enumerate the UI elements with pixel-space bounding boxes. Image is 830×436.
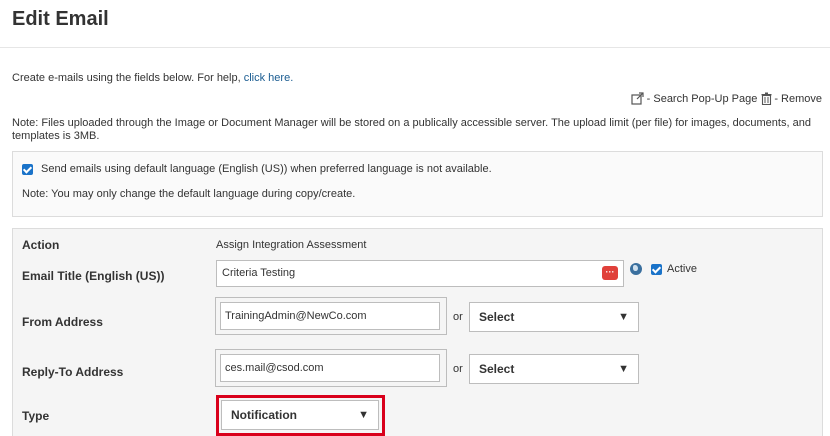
default-language-checkbox[interactable] — [22, 163, 33, 175]
reply-to-label: Reply-To Address — [22, 365, 124, 379]
from-address-label: From Address — [22, 315, 103, 329]
type-select-value: Notification — [231, 408, 297, 422]
title-divider — [0, 47, 830, 48]
help-link[interactable]: click here. — [244, 72, 294, 84]
type-select[interactable]: Notification ▼ — [221, 400, 379, 430]
reply-to-select[interactable]: Select ▼ — [469, 354, 639, 384]
remove-label: - Remove — [774, 92, 822, 105]
language-note: Note: You may only change the default la… — [22, 188, 356, 200]
active-checkbox[interactable] — [651, 263, 662, 275]
active-option: Active — [651, 263, 697, 275]
action-label: Action — [22, 238, 60, 252]
from-address-select[interactable]: Select ▼ — [469, 302, 639, 332]
search-popup-label: - Search Pop-Up Page — [646, 92, 758, 105]
upload-note: Note: Files uploaded through the Image o… — [12, 117, 811, 142]
active-label: Active — [667, 263, 697, 275]
chevron-down-icon: ▼ — [358, 409, 369, 421]
from-select-value: Select — [479, 310, 515, 324]
external-link-icon — [631, 92, 645, 105]
email-title-input[interactable]: Criteria Testing ··· — [216, 260, 624, 287]
chevron-down-icon: ▼ — [618, 363, 629, 375]
intro-label: Create e-mails using the fields below. F… — [12, 72, 241, 84]
globe-icon[interactable] — [630, 263, 642, 275]
default-language-label: Send emails using default language (Engl… — [41, 163, 492, 175]
from-or-text: or — [453, 311, 463, 323]
reply-or-text: or — [453, 363, 463, 375]
page-title: Edit Email — [12, 8, 109, 30]
action-value: Assign Integration Assessment — [216, 239, 367, 251]
language-settings-panel: Send emails using default language (Engl… — [12, 151, 823, 217]
email-title-value: Criteria Testing — [222, 267, 296, 279]
email-title-label: Email Title (English (US)) — [22, 269, 165, 283]
email-form: Action Assign Integration Assessment Ema… — [12, 228, 823, 436]
trash-icon — [761, 92, 772, 105]
reply-select-value: Select — [479, 362, 515, 376]
type-label: Type — [22, 409, 50, 423]
reply-to-frame: ces.mail@csod.com — [215, 349, 447, 387]
intro-text: Create e-mails using the fields below. F… — [12, 72, 293, 84]
default-language-option: Send emails using default language (Engl… — [22, 163, 492, 175]
chevron-down-icon: ▼ — [618, 311, 629, 323]
more-options-icon[interactable]: ··· — [602, 266, 618, 280]
toolbar: - Search Pop-Up Page - Remove — [631, 92, 822, 105]
reply-to-input[interactable]: ces.mail@csod.com — [220, 354, 440, 382]
from-address-frame: TrainingAdmin@NewCo.com — [215, 297, 447, 335]
remove-button[interactable]: - Remove — [761, 92, 822, 105]
search-popup-button[interactable]: - Search Pop-Up Page — [631, 92, 758, 105]
from-address-input[interactable]: TrainingAdmin@NewCo.com — [220, 302, 440, 330]
